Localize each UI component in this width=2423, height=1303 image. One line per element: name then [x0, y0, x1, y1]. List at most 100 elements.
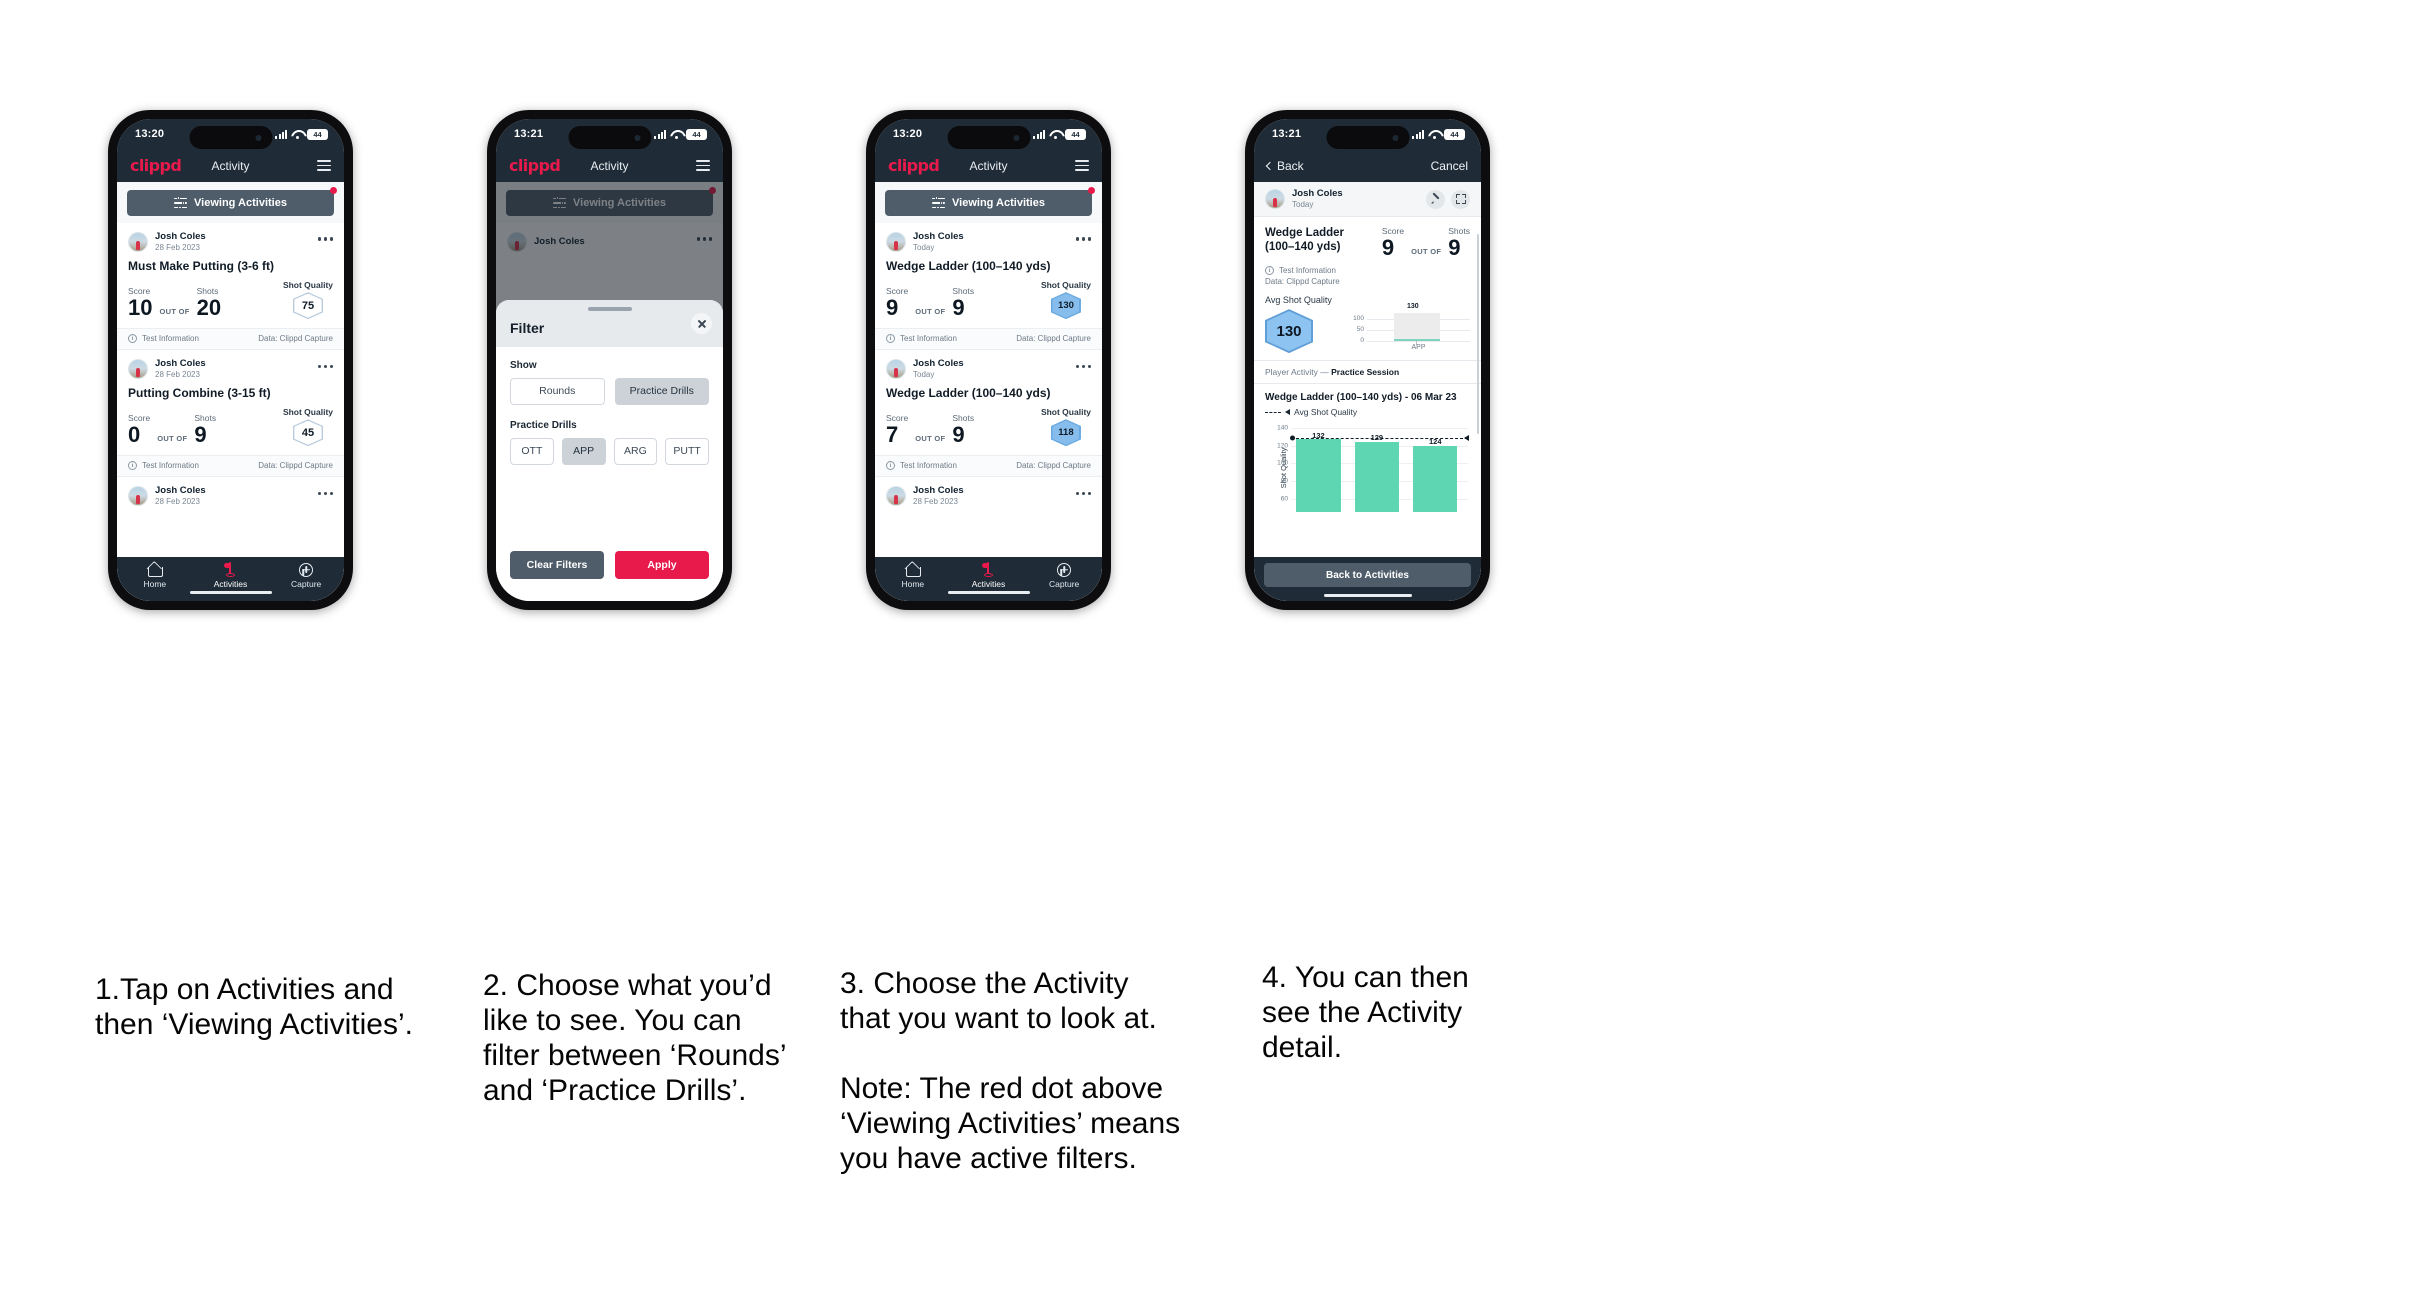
card-more-icon[interactable]: [318, 237, 333, 246]
card-user-name: Josh Coles: [913, 485, 964, 497]
chart-ytick-80: 80: [1280, 477, 1288, 485]
status-time: 13:20: [893, 128, 923, 140]
score-value: 7: [886, 422, 899, 448]
activity-card[interactable]: Josh Coles 28 Feb 2023: [117, 476, 344, 507]
chart-ytick-60: 60: [1280, 495, 1288, 503]
sheet-grabber[interactable]: [587, 307, 632, 311]
shot-quality-value: 45: [301, 426, 315, 439]
scrollbar[interactable]: [1476, 234, 1479, 434]
filter-option-arg[interactable]: ARG: [613, 437, 658, 465]
score-stat: Score 9: [886, 286, 908, 319]
test-information-label[interactable]: Test Information: [900, 334, 957, 343]
test-information-label[interactable]: Test Information: [142, 334, 199, 343]
detail-data-source: Data: Clippd Capture: [1265, 277, 1340, 287]
player-activity-prefix: Player Activity —: [1265, 367, 1332, 378]
activity-card[interactable]: Josh Coles 28 Feb 2023: [875, 476, 1102, 507]
detail-shots-stat: Shots 9: [1448, 226, 1470, 259]
phone-3-screen: 13:20 44 clippd Activity Viewing Activit…: [875, 119, 1102, 601]
tab-activities[interactable]: Activities: [193, 562, 269, 589]
filter-option-putt[interactable]: PUTT: [665, 437, 709, 465]
detail-date: Today: [1292, 199, 1314, 209]
wifi-icon: [670, 130, 682, 139]
menu-icon[interactable]: [317, 159, 331, 172]
shot-quality-stat: Shot Quality 75: [283, 280, 333, 320]
activity-card[interactable]: Josh Coles 28 Feb 2023 Must Make Putting…: [117, 223, 344, 350]
shots-stat: Shots 9: [194, 413, 216, 446]
caption-step-4: 4. You can then see the Activity detail.: [1262, 961, 1469, 1065]
tab-activities[interactable]: Activities: [951, 562, 1027, 589]
viewing-activities-button[interactable]: Viewing Activities: [885, 190, 1092, 216]
data-source-label: Data: Clippd Capture: [1016, 334, 1091, 344]
card-more-icon[interactable]: [318, 491, 333, 501]
signal-icon: [275, 129, 287, 139]
clippd-logo: clippd: [888, 156, 940, 175]
card-date: 28 Feb 2023: [913, 497, 958, 507]
activity-feed[interactable]: Josh Coles Today Wedge Ladder (100–140 y…: [875, 223, 1102, 557]
cancel-button[interactable]: Cancel: [1431, 159, 1468, 173]
activity-card[interactable]: Josh Coles 28 Feb 2023 Putting Combine (…: [117, 349, 344, 477]
activity-card[interactable]: Josh Coles Today Wedge Ladder (100–140 y…: [875, 223, 1102, 350]
app-bar: clippd Activity: [875, 149, 1102, 182]
score-stat: Score 7: [886, 413, 908, 446]
filter-option-rounds[interactable]: Rounds: [510, 377, 605, 405]
menu-icon[interactable]: [1075, 159, 1089, 172]
card-user-name: Josh Coles: [155, 485, 206, 497]
viewing-activities-wrap: Viewing Activities: [875, 182, 1102, 223]
signal-icon: [1033, 129, 1045, 139]
shots-value: 9: [952, 295, 965, 321]
tab-capture[interactable]: Capture: [1026, 562, 1102, 589]
filter-sliders-icon: [174, 196, 188, 210]
show-options: Rounds Practice Drills: [510, 377, 709, 405]
tab-home[interactable]: Home: [117, 562, 193, 589]
status-time: 13:20: [135, 128, 165, 140]
viewing-activities-label: Viewing Activities: [194, 197, 287, 209]
card-more-icon[interactable]: [318, 364, 333, 374]
home-icon: [905, 562, 922, 577]
shot-quality-hexagon: 118: [1050, 419, 1081, 447]
edit-button[interactable]: [1426, 189, 1445, 209]
score-stat: Score 10: [128, 286, 152, 319]
card-more-icon[interactable]: [1076, 491, 1091, 501]
avatar: [886, 359, 906, 380]
out-of-label: OUT OF: [915, 434, 946, 444]
detail-test-information[interactable]: Test Information: [1279, 266, 1336, 275]
card-footer: i Test Information Data: Clippd Capture: [117, 328, 344, 350]
card-more-icon[interactable]: [1076, 364, 1091, 374]
caption-step-3: 3. Choose the Activity that you want to …: [840, 967, 1181, 1176]
detail-header: Josh Coles Today: [1254, 182, 1481, 218]
mini-chart-ytick-50: 50: [1356, 326, 1364, 334]
card-footer: i Test Information Data: Clippd Capture: [117, 455, 344, 477]
back-to-activities-button[interactable]: Back to Activities: [1264, 563, 1471, 587]
activity-card[interactable]: Josh Coles Today Wedge Ladder (100–140 y…: [875, 349, 1102, 477]
detail-user-name: Josh Coles: [1292, 188, 1343, 199]
filter-option-ott[interactable]: OTT: [510, 437, 554, 465]
out-of-label: OUT OF: [915, 307, 946, 317]
shot-quality-stat: Shot Quality 130: [1041, 280, 1091, 320]
filter-option-app[interactable]: APP: [561, 437, 606, 465]
tab-capture[interactable]: Capture: [268, 562, 344, 589]
fullscreen-button[interactable]: [1451, 189, 1470, 209]
tab-home[interactable]: Home: [875, 562, 951, 589]
filter-option-practice-drills[interactable]: Practice Drills: [614, 377, 709, 405]
apply-button[interactable]: Apply: [615, 551, 709, 579]
shots-value: 9: [952, 422, 965, 448]
close-icon[interactable]: [691, 313, 712, 334]
viewing-activities-button[interactable]: Viewing Activities: [127, 190, 334, 216]
test-information-label[interactable]: Test Information: [900, 461, 957, 470]
detail-summary: Wedge Ladder (100–140 yds) Score 9 OUT O…: [1254, 217, 1481, 263]
legend-label: Avg Shot Quality: [1294, 407, 1358, 418]
detail-info: i Test Information Data: Clippd Capture: [1254, 263, 1481, 286]
avatar: [128, 232, 148, 253]
menu-icon[interactable]: [696, 159, 710, 172]
card-more-icon[interactable]: [1076, 237, 1091, 246]
test-information-label[interactable]: Test Information: [142, 461, 199, 470]
back-button[interactable]: Back: [1265, 159, 1304, 173]
notch: [189, 126, 272, 149]
card-header: Josh Coles 28 Feb 2023: [117, 477, 344, 507]
caption-step-1: 1.Tap on Activities and then ‘Viewing Ac…: [95, 973, 413, 1042]
shot-quality-hexagon: 130: [1050, 292, 1081, 320]
avatar: [128, 359, 148, 380]
avatar: [1265, 189, 1285, 210]
clear-filters-button[interactable]: Clear Filters: [510, 551, 604, 579]
activity-feed[interactable]: Josh Coles 28 Feb 2023 Must Make Putting…: [117, 223, 344, 557]
